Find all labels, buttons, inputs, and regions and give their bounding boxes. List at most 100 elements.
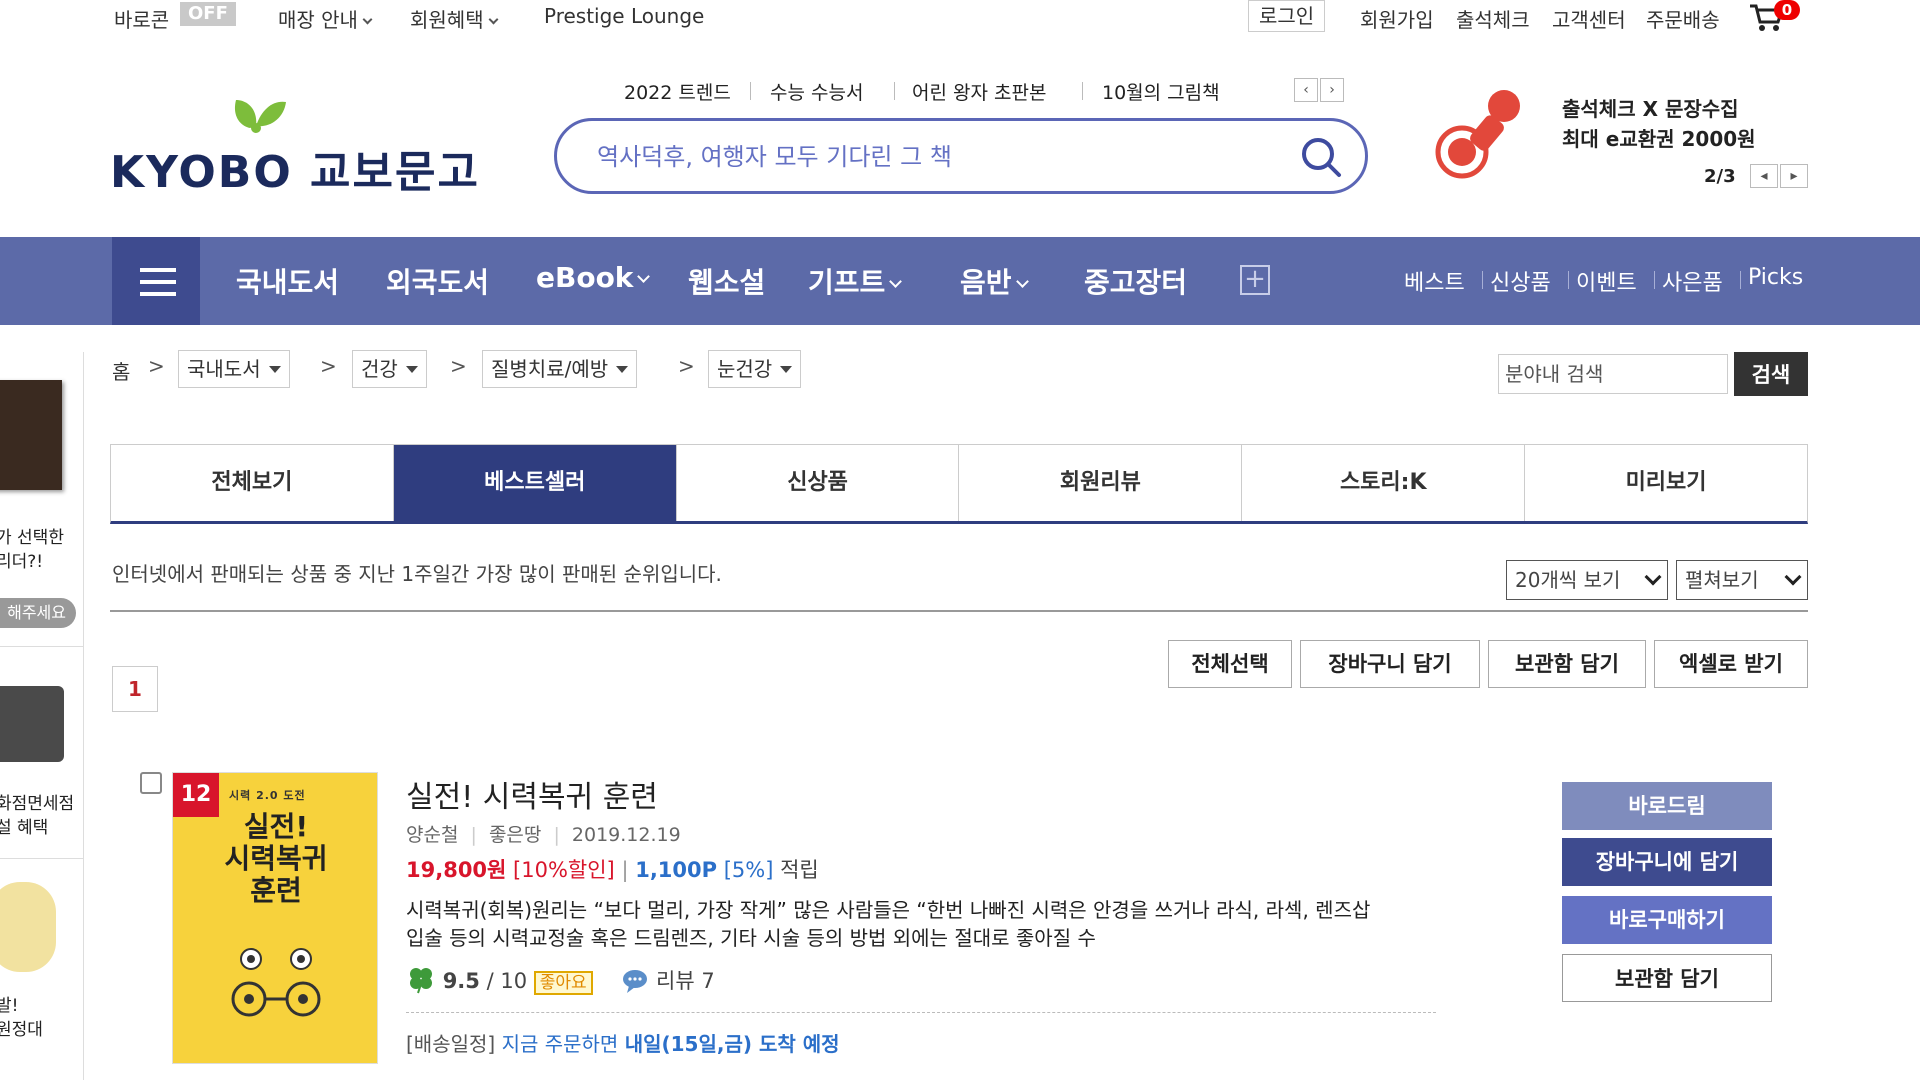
divider	[1082, 82, 1083, 100]
join-link[interactable]: 회원가입	[1360, 4, 1434, 33]
plus-icon[interactable]: +	[1240, 265, 1270, 295]
caret-down-icon	[780, 366, 793, 373]
add-to-wishlist-bulk-button[interactable]: 보관함 담기	[1488, 640, 1646, 688]
add-to-cart-button[interactable]: 장바구니에 담기	[1562, 838, 1772, 886]
tab-preview[interactable]: 미리보기	[1525, 445, 1807, 521]
side-text-line: 리더?!	[0, 552, 44, 572]
side-text-line: 가 선택한	[0, 528, 64, 548]
category-search-button[interactable]: 검색	[1734, 352, 1808, 396]
trend-next-button[interactable]: ›	[1320, 78, 1344, 102]
chevron-down-icon	[1784, 568, 1802, 586]
cover-title-line: 실전!	[243, 810, 309, 843]
description-line: 입술 등의 시력교정술 혹은 드림렌즈, 기타 시술 등의 방법 외에는 절대로…	[406, 926, 1096, 950]
cover-title-line: 시력복귀	[224, 842, 328, 875]
breadcrumb-select[interactable]: 국내도서	[178, 350, 290, 388]
tab-new[interactable]: 신상품	[676, 445, 960, 521]
trend-keyword[interactable]: 수능 수능서	[770, 78, 863, 105]
side-text[interactable]: 발! 원정대	[0, 994, 43, 1042]
add-to-wishlist-button[interactable]: 보관함 담기	[1562, 954, 1772, 1002]
product-date: 2019.12.19	[571, 824, 681, 846]
caret-down-icon	[268, 366, 281, 373]
prestige-lounge-link[interactable]: Prestige Lounge	[544, 4, 704, 28]
breadcrumb-select[interactable]: 눈건강	[708, 350, 802, 388]
promo-banner-text[interactable]: 출석체크 X 문장수집 최대 e교환권 2000원	[1562, 94, 1756, 154]
product-price: 19,800원	[406, 858, 507, 882]
buy-now-button[interactable]: 바로구매하기	[1562, 896, 1772, 944]
checkin-link[interactable]: 출석체크	[1456, 4, 1530, 33]
description-line: 시력복귀(회복)원리는 “보다 멀리, 가장 작게” 많은 사람들은 “한번 나…	[406, 898, 1371, 922]
side-character-image[interactable]	[0, 882, 56, 972]
member-benefit-menu[interactable]: 회원혜택	[410, 4, 499, 33]
shipping-info: [배송일정] 지금 주문하면 내일(15일,금) 도착 예정	[406, 1028, 840, 1057]
nav-domestic-books[interactable]: 국내도서	[236, 261, 339, 301]
page-number[interactable]: 1	[112, 666, 158, 712]
product-rating-row: 9.5 / 10 좋아요 리뷰 7	[406, 964, 715, 995]
search-icon[interactable]	[1299, 135, 1343, 179]
nav-used-market[interactable]: 중고장터	[1084, 261, 1187, 301]
nav-foreign-books[interactable]: 외국도서	[386, 261, 489, 301]
tab-all[interactable]: 전체보기	[111, 445, 394, 521]
review-bubble-icon	[623, 970, 648, 993]
support-link[interactable]: 고객센터	[1552, 4, 1626, 33]
side-text-line: 발!	[0, 996, 19, 1016]
nav-best[interactable]: 베스트	[1404, 265, 1465, 297]
baro-dream-button[interactable]: 바로드림	[1562, 782, 1772, 830]
category-search-input[interactable]	[1498, 354, 1728, 394]
leaf-logo-icon	[234, 100, 286, 133]
nav-new[interactable]: 신상품	[1490, 265, 1551, 297]
per-page-select[interactable]: 20개씩 보기	[1506, 560, 1668, 600]
main-search-box	[554, 118, 1368, 194]
side-book-image[interactable]	[0, 380, 62, 490]
promo-next-button[interactable]: ▸	[1780, 164, 1808, 188]
select-all-button[interactable]: 전체선택	[1168, 640, 1292, 688]
nav-music[interactable]: 음반	[960, 261, 1029, 301]
product-author[interactable]: 양순철	[406, 824, 458, 846]
trend-keyword[interactable]: 2022 트렌드	[624, 78, 731, 105]
barocon-label[interactable]: 바로콘	[114, 4, 169, 33]
export-excel-button[interactable]: 엑셀로 받기	[1654, 640, 1808, 688]
login-link[interactable]: 로그인	[1248, 0, 1326, 32]
side-product-image[interactable]	[0, 686, 64, 762]
trend-keyword[interactable]: 어린 왕자 초판본	[912, 78, 1046, 105]
hamburger-menu-button[interactable]	[112, 237, 200, 325]
shipping-date: 내일(15일,금) 도착 예정	[624, 1032, 840, 1056]
stamp-icon[interactable]	[1432, 86, 1532, 182]
side-pill-button[interactable]: 해주세요	[0, 598, 76, 628]
tab-story-k[interactable]: 스토리:K	[1242, 445, 1526, 521]
view-mode-select[interactable]: 펼쳐보기	[1676, 560, 1808, 600]
add-to-cart-bulk-button[interactable]: 장바구니 담기	[1300, 640, 1480, 688]
clover-icon	[410, 968, 432, 994]
promo-prev-button[interactable]: ◂	[1750, 164, 1778, 188]
nav-event[interactable]: 이벤트	[1576, 265, 1637, 297]
main-search-input[interactable]	[597, 137, 1247, 177]
side-text[interactable]: 화점면세점 설 혜택	[0, 792, 74, 840]
barocon-off-toggle[interactable]: OFF	[180, 2, 236, 26]
store-guide-menu[interactable]: 매장 안내	[278, 4, 373, 33]
breadcrumb-select[interactable]: 질병치료/예방	[482, 350, 638, 388]
nav-picks[interactable]: Picks	[1748, 265, 1803, 290]
divider	[0, 646, 83, 647]
breadcrumb-home[interactable]: 홈	[112, 356, 130, 385]
nav-gifts[interactable]: 사은품	[1662, 265, 1723, 297]
tab-bestseller[interactable]: 베스트셀러	[393, 445, 677, 521]
nav-web-novel[interactable]: 웹소설	[688, 261, 765, 301]
view-mode-label: 펼쳐보기	[1685, 568, 1759, 592]
side-banner-strip: 가 선택한 리더?! 해주세요 화점면세점 설 혜택 발! 원정대	[0, 352, 84, 1080]
product-publisher[interactable]: 좋은땅	[489, 824, 541, 846]
tab-reviews[interactable]: 회원리뷰	[959, 445, 1243, 521]
list-description: 인터넷에서 판매되는 상품 중 지난 1주일간 가장 많이 판매된 순위입니다.	[112, 562, 722, 586]
book-cover[interactable]: 12 시력 2.0 도전 실전! 시력복귀 훈련	[172, 772, 378, 1064]
product-title[interactable]: 실전! 시력복귀 훈련	[406, 772, 658, 816]
kyobo-logo[interactable]: KYOBO 교보문고	[110, 88, 478, 198]
trend-prev-button[interactable]: ‹	[1294, 78, 1318, 102]
side-text[interactable]: 가 선택한 리더?!	[0, 526, 64, 574]
order-link[interactable]: 주문배송	[1646, 4, 1720, 33]
chevron-right-icon: >	[450, 354, 467, 378]
breadcrumb-select[interactable]: 건강	[352, 350, 427, 388]
product-checkbox[interactable]	[140, 772, 162, 794]
nav-ebook[interactable]: eBook	[536, 261, 651, 294]
chevron-right-icon: >	[148, 354, 165, 378]
nav-gift[interactable]: 기프트	[808, 261, 903, 301]
trend-keyword[interactable]: 10월의 그림책	[1102, 78, 1220, 105]
review-count-link[interactable]: 리뷰 7	[656, 969, 715, 993]
